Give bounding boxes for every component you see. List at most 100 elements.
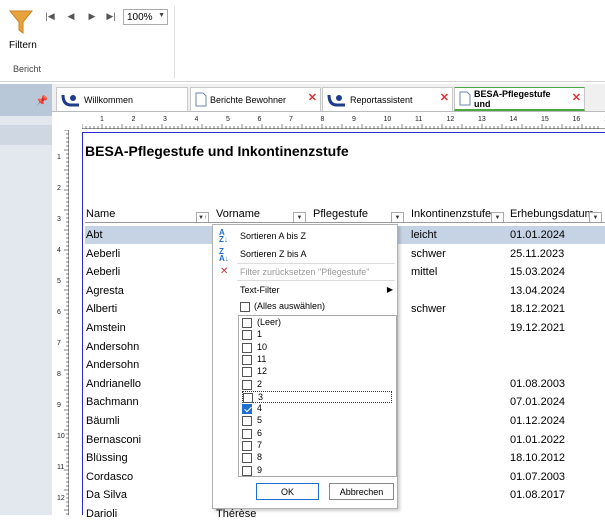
left-pane-selected-item[interactable] [0, 125, 52, 145]
filter-value-label: 4 [257, 403, 263, 414]
column-filter-menu: A Z↓ Sortieren A bis Z Z A↓ Sortieren Z bi… [212, 224, 398, 509]
column-header-pflegestufe: Pflegestufe [313, 208, 369, 220]
cell-datum: 15.03.2024 [510, 266, 566, 279]
cell-datum: 18.12.2021 [510, 303, 566, 316]
menu-separator [237, 263, 395, 264]
last-page-icon[interactable]: ▶| [104, 9, 118, 23]
filter-value-item[interactable]: 5 [242, 415, 392, 427]
ruler-number: 7 [57, 340, 61, 347]
left-pane: 📌 [0, 84, 52, 515]
tab-besa-pflegestufe[interactable]: BESA-Pflegestufe und ✕ [454, 87, 585, 111]
cell-inkont: schwer [411, 247, 446, 260]
filter-value-checkbox[interactable] [242, 367, 252, 378]
filter-value-checkbox[interactable] [242, 404, 252, 415]
cell-name: Aeberli [86, 266, 121, 279]
filter-value-checkbox[interactable] [242, 441, 252, 451]
filter-value-checkbox[interactable] [242, 330, 252, 341]
cell-inkont: leicht [411, 229, 437, 241]
close-icon[interactable]: ✕ [308, 91, 317, 104]
filter-value-checkbox[interactable] [242, 342, 252, 353]
submenu-arrow-icon: ▶ [386, 285, 393, 294]
app-logo-icon [327, 93, 347, 107]
cell-datum: 01.12.2024 [510, 415, 566, 427]
filter-value-item[interactable]: 7 [242, 440, 392, 452]
menu-item-text-filter[interactable]: Text-Filter [240, 285, 280, 295]
first-page-icon[interactable]: |◀ [43, 9, 57, 23]
filter-value-item[interactable]: 6 [242, 428, 392, 440]
ruler-number: 10 [57, 433, 65, 440]
filter-value-checkbox[interactable] [242, 428, 252, 439]
close-icon[interactable]: ✕ [440, 91, 449, 104]
header-divider [85, 222, 605, 223]
ok-button[interactable]: OK [256, 483, 319, 500]
cell-name: Da Silva [86, 489, 127, 502]
filter-value-item[interactable]: 10 [242, 342, 392, 354]
tab-label: Berichte Bewohner [210, 94, 287, 105]
ruler-number: 12 [57, 495, 65, 502]
filter-value-checkbox[interactable] [242, 354, 252, 365]
sort-descending-icon: Z A↓ [219, 247, 229, 263]
column-header-name: Name [86, 208, 116, 220]
prev-page-icon[interactable]: ◀ [64, 9, 78, 23]
cell-datum: 01.01.2024 [510, 229, 566, 241]
cell-name: Andrianello [86, 377, 142, 390]
filter-value-checkbox[interactable] [242, 416, 252, 427]
horizontal-ruler: 1234567891011121314151617 [82, 116, 605, 129]
tab-reportassistent[interactable]: Reportassistent ✕ [322, 87, 453, 111]
ruler-number: 8 [320, 116, 325, 123]
zoom-value: 100% [127, 12, 153, 23]
menu-item-sort-za[interactable]: Sortieren Z bis A [240, 249, 307, 259]
filter-value-checkbox[interactable] [242, 453, 252, 464]
app-logo-icon [61, 93, 81, 107]
filter-value-item[interactable]: 11 [242, 354, 392, 366]
select-all-label: (Alles auswählen) [254, 301, 326, 311]
filter-value-label: 8 [257, 452, 263, 463]
tab-strip: Willkommen Berichte Bewohner ✕ Reportass… [52, 84, 605, 112]
cell-datum: 25.11.2023 [510, 247, 565, 260]
filter-value-item[interactable]: 8 [242, 452, 392, 464]
ruler-number: 11 [415, 116, 423, 123]
menu-item-reset-filter[interactable]: Filter zurücksetzen "Pflegestufe" [240, 267, 369, 277]
pin-icon[interactable]: 📌 [36, 96, 48, 107]
cell-datum: 01.07.2003 [510, 470, 566, 483]
filter-value-label: 11 [257, 353, 267, 364]
ruler-number: 8 [57, 371, 61, 378]
sort-ascending-icon: A Z↓ [219, 228, 228, 244]
filter-button[interactable] [6, 8, 36, 39]
menu-item-sort-az[interactable]: Sortieren A bis Z [240, 231, 306, 241]
clear-filter-icon: ✕ [220, 266, 229, 277]
filter-value-checkbox[interactable] [242, 465, 252, 476]
filter-value-item[interactable]: 9 [242, 465, 392, 477]
ribbon-group-label: Bericht [13, 64, 42, 74]
tab-label: Willkommen [84, 94, 134, 105]
zoom-select[interactable]: 100% ▼ [123, 9, 168, 25]
next-page-icon[interactable]: ▶ [85, 9, 99, 23]
ruler-number: 15 [541, 116, 549, 123]
ruler-number: 14 [509, 116, 518, 123]
close-icon[interactable]: ✕ [572, 91, 581, 104]
column-header-vorname: Vorname [216, 208, 261, 220]
filter-value-checkbox[interactable] [242, 379, 252, 390]
filter-values-list[interactable]: (Leer) 1 10 11 12 2 3 4 5 6 7 8 9 [238, 315, 397, 477]
vertical-ruler: 1 2 3 4 5 6 7 8 9 10 11 12 [56, 130, 69, 515]
cell-name: Abt [86, 229, 103, 241]
filter-value-checkbox[interactable] [243, 392, 253, 403]
tab-berichte-bewohner[interactable]: Berichte Bewohner ✕ [190, 87, 321, 111]
tab-willkommen[interactable]: Willkommen [56, 87, 188, 111]
filter-value-item[interactable]: 1 [242, 329, 392, 341]
select-all-checkbox[interactable] [240, 302, 250, 312]
cell-name: Amstein [86, 322, 126, 334]
filter-value-label: 1 [257, 329, 263, 340]
filter-value-checkbox[interactable] [242, 318, 252, 328]
ruler-number: 13 [478, 116, 486, 123]
filter-value-label: 2 [257, 378, 263, 389]
cancel-button[interactable]: Abbrechen [329, 483, 394, 500]
filter-value-item[interactable]: 3 [242, 390, 392, 403]
filter-value-item[interactable]: 4 [242, 403, 392, 415]
cell-datum: 19.12.2021 [510, 322, 566, 334]
filter-value-item[interactable]: (Leer) [242, 317, 392, 329]
ribbon: Filtern Bericht |◀ ◀ ▶ ▶| 100% ▼ [0, 0, 605, 82]
filter-value-item[interactable]: 12 [242, 366, 392, 378]
filter-value-item[interactable]: 2 [242, 379, 392, 391]
ruler-number: 1 [57, 154, 61, 161]
